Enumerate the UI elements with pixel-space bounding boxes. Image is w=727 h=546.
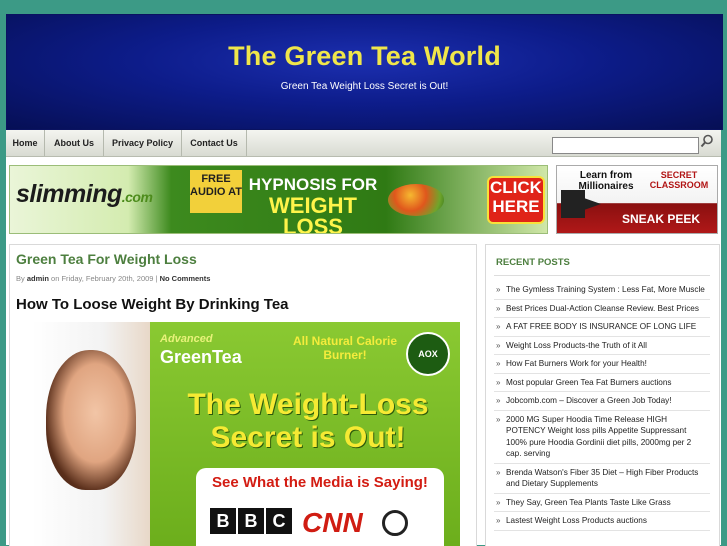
bbc-letter: B (210, 508, 236, 534)
nav-item-about[interactable]: About Us (45, 130, 104, 156)
secret-classroom-text: SECRET CLASSROOM (649, 170, 709, 190)
learn-from-text: Learn from Millionaires (578, 170, 634, 192)
magnifier-icon (700, 134, 713, 148)
recent-post-link[interactable]: They Say, Green Tea Plants Taste Like Gr… (494, 494, 710, 512)
model-photo (32, 322, 150, 546)
recent-post-link[interactable]: Lastest Weight Loss Products auctions (494, 512, 710, 531)
recent-post-link[interactable]: Brenda Watson's Fiber 35 Diet – High Fib… (494, 464, 710, 494)
all-natural-tagline: All Natural Calorie Burner! (292, 334, 398, 362)
main-content: Green Tea For Weight Loss By admin on Fr… (9, 244, 477, 546)
post-meta-by: By (16, 274, 25, 283)
slimming-logo: slimming.com (16, 180, 153, 209)
recent-posts-list: The Gymless Training System : Less Fat, … (494, 281, 710, 531)
cbs-eye-icon (382, 510, 408, 536)
post-author[interactable]: admin (27, 274, 49, 283)
post-meta: By admin on Friday, February 20th, 2009 … (16, 274, 210, 283)
brand-top: Advanced (160, 333, 213, 345)
recent-post-link[interactable]: Weight Loss Products-the Truth of it All (494, 337, 710, 355)
sneak-peek-button[interactable]: SNEAK PEEK (609, 209, 713, 229)
search-button[interactable] (698, 134, 716, 152)
recent-post-link[interactable]: How Fat Burners Work for your Health! (494, 355, 710, 374)
click-here-button[interactable]: CLICK HERE (489, 178, 543, 222)
nav-item-privacy[interactable]: Privacy Policy (104, 130, 182, 156)
page: The Green Tea World Green Tea Weight Los… (0, 0, 727, 546)
media-box: See What the Media is Saying! BBC CNN (196, 468, 444, 546)
model-face (46, 350, 136, 490)
bbc-logo: BBC (210, 508, 296, 538)
page-frame-top (0, 0, 727, 14)
recent-post-link[interactable]: A FAT FREE BODY IS INSURANCE OF LONG LIF… (494, 318, 710, 337)
recent-posts-title: RECENT POSTS (496, 257, 570, 268)
cnn-logo: CNN (302, 507, 363, 538)
bbc-letter: C (266, 508, 292, 534)
hypnosis-line-2: WEIGHT LOSS (269, 193, 357, 234)
slimming-logo-text: slimming (16, 180, 122, 208)
post-heading: How To Loose Weight By Drinking Tea (16, 296, 289, 313)
recent-post-link[interactable]: The Gymless Training System : Less Fat, … (494, 281, 710, 300)
recent-post-link[interactable]: Best Prices Dual-Action Cleanse Review. … (494, 300, 710, 318)
bbc-letter: B (238, 508, 264, 534)
media-text: See What the Media is Saying! (212, 474, 428, 491)
hypnosis-line-1: HYPNOSIS FOR (248, 175, 378, 194)
recent-post-link[interactable]: 2000 MG Super Hoodia Time Release HIGH P… (494, 411, 710, 464)
nav-item-home[interactable]: Home (6, 130, 45, 156)
post-date: on Friday, February 20th, 2009 | (51, 274, 158, 283)
sidebar: RECENT POSTS The Gymless Training System… (485, 244, 720, 546)
media-logos: BBC CNN (210, 508, 440, 538)
recent-post-link[interactable]: Jobcomb.com – Discover a Green Job Today… (494, 392, 710, 411)
site-title[interactable]: The Green Tea World (7, 41, 722, 72)
slimming-logo-suffix: .com (121, 189, 153, 205)
weight-loss-headline: The Weight-Loss Secret is Out! (187, 388, 429, 454)
nav-item-contact[interactable]: Contact Us (182, 130, 247, 156)
ad-panel: Advanced GreenTea All Natural Calorie Bu… (150, 322, 460, 546)
search-input[interactable] (552, 137, 699, 154)
classroom-banner-ad[interactable]: Learn from Millionaires SECRET CLASSROOM… (556, 165, 718, 234)
hypnosis-banner-ad[interactable]: slimming.com FREE AUDIO AT HYPNOSIS FOR … (9, 165, 548, 234)
aox-badge: AOX (406, 332, 450, 376)
divider (494, 275, 710, 276)
advanced-greentea-logo: Advanced GreenTea (160, 330, 280, 366)
green-tea-ad-image[interactable]: Advanced GreenTea All Natural Calorie Bu… (32, 322, 460, 546)
post-title[interactable]: Green Tea For Weight Loss (16, 251, 197, 267)
site-header: The Green Tea World Green Tea Weight Los… (6, 14, 723, 130)
hypnosis-headline: HYPNOSIS FOR WEIGHT LOSS (238, 174, 388, 234)
brand-name: GreenTea (160, 347, 242, 367)
fruit-bowl-image (388, 184, 444, 216)
post-comments-link[interactable]: No Comments (160, 274, 211, 283)
recent-post-link[interactable]: Most popular Green Tea Fat Burners aucti… (494, 374, 710, 392)
arrow-icon (561, 190, 601, 218)
site-description: Green Tea Weight Loss Secret is Out! (280, 81, 449, 92)
free-audio-badge: FREE AUDIO AT (190, 170, 242, 213)
